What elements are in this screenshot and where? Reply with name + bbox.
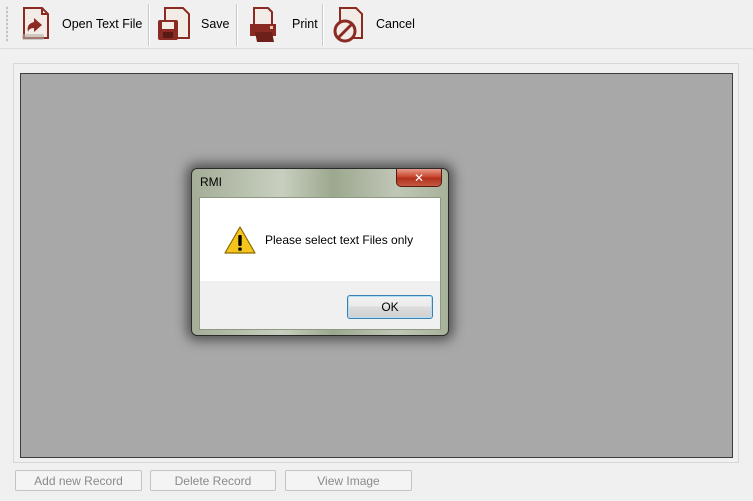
- toolbar-separator: [322, 4, 324, 46]
- cancel-label: Cancel: [376, 17, 415, 31]
- print-icon: [250, 7, 276, 42]
- cancel-icon: [333, 7, 363, 43]
- ok-button[interactable]: OK: [347, 295, 433, 319]
- dialog-title: RMI: [200, 175, 222, 189]
- print-label: Print: [292, 17, 318, 31]
- save-button[interactable]: Save: [155, 4, 230, 44]
- save-label: Save: [201, 17, 230, 31]
- delete-record-button[interactable]: Delete Record: [150, 470, 276, 491]
- dialog-body: Please select text Files only OK: [199, 197, 441, 330]
- view-image-button[interactable]: View Image: [285, 470, 412, 491]
- dialog-close-button[interactable]: ✕: [396, 169, 442, 187]
- dialog-message: Please select text Files only: [265, 233, 414, 247]
- toolbar-grip[interactable]: [6, 6, 8, 42]
- open-text-file-label: Open Text File: [62, 17, 143, 31]
- warning-icon: [224, 226, 256, 254]
- toolbar-separator: [236, 4, 238, 46]
- add-new-record-button[interactable]: Add new Record: [15, 470, 142, 491]
- toolbar: Open Text File Save Print Cancel: [0, 0, 753, 49]
- cancel-button[interactable]: Cancel: [330, 4, 415, 44]
- open-text-file-icon: [22, 7, 49, 40]
- toolbar-separator: [148, 4, 150, 46]
- save-icon: [158, 7, 190, 40]
- message-dialog: RMI ✕ Please select text Files only OK: [191, 168, 449, 336]
- print-button[interactable]: Print: [246, 4, 318, 44]
- open-text-file-button[interactable]: Open Text File: [16, 4, 142, 44]
- close-icon: ✕: [413, 170, 425, 185]
